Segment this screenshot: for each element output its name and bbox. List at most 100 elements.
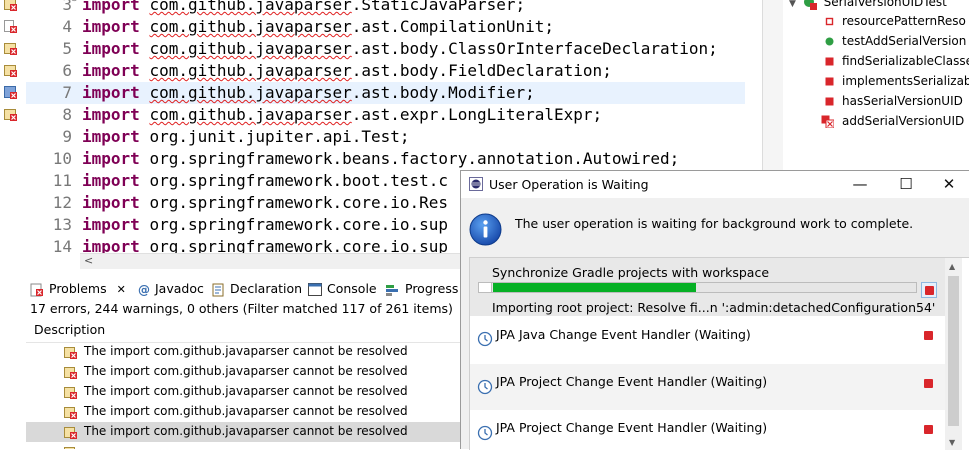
keyword: import bbox=[82, 83, 140, 102]
minimize-button[interactable]: — bbox=[837, 171, 883, 198]
background-jobs-list[interactable]: Synchronize Gradle projects with workspa… bbox=[469, 257, 969, 450]
job-item[interactable]: JPA Project Change Event Handler (Waitin… bbox=[470, 410, 945, 450]
job-item-running[interactable]: Synchronize Gradle projects with workspa… bbox=[470, 258, 945, 316]
unresolved-package: com.github.javaparser bbox=[149, 105, 352, 124]
dialog-titlebar[interactable]: User Operation is Waiting — ☐ ✕ bbox=[461, 171, 969, 198]
close-icon[interactable]: ✕ bbox=[117, 283, 126, 296]
line-number: 4 bbox=[62, 17, 72, 36]
outline-view: ▼ SerialVersionUIDTest resourcePatternRe… bbox=[783, 0, 969, 170]
error-marker-icon[interactable] bbox=[4, 0, 17, 11]
code-line[interactable]: 10 import org.springframework.beans.fact… bbox=[0, 148, 762, 170]
column-header-label: Description bbox=[34, 322, 106, 337]
problems-table[interactable]: Description The import com.github.javapa… bbox=[26, 318, 460, 449]
code-rest: org.springframework.core.io.Res bbox=[149, 193, 449, 212]
code-line[interactable]: 5 import com.github.javaparser.ast.body.… bbox=[0, 38, 762, 60]
tab-progress[interactable]: Progress bbox=[386, 278, 458, 300]
error-marker-icon bbox=[64, 427, 77, 439]
table-row[interactable]: The import com.github.javaparser cannot … bbox=[26, 382, 460, 402]
table-row[interactable]: The import com.github.javaparser cannot … bbox=[26, 402, 460, 422]
table-row[interactable] bbox=[26, 442, 460, 449]
tab-problems[interactable]: Problems ✕ bbox=[30, 278, 126, 300]
dialog-title: User Operation is Waiting bbox=[489, 177, 649, 192]
table-row-selected[interactable]: The import com.github.javaparser cannot … bbox=[26, 422, 460, 442]
job-item[interactable]: JPA Project Change Event Handler (Waitin… bbox=[470, 364, 945, 410]
keyword: import bbox=[82, 61, 140, 80]
code-rest: .ast.body.FieldDeclaration; bbox=[351, 61, 612, 80]
scroll-up-arrow-icon[interactable]: ▲ bbox=[949, 262, 955, 271]
table-row[interactable]: The import com.github.javaparser cannot … bbox=[26, 342, 460, 362]
cancel-job-button[interactable] bbox=[921, 328, 935, 342]
code-line[interactable]: 4 import com.github.javaparser.ast.Compi… bbox=[0, 16, 762, 38]
tab-label: Console bbox=[327, 281, 377, 296]
code-rest: .ast.body.ClassOrInterfaceDeclaration; bbox=[351, 39, 718, 58]
stop-icon bbox=[924, 331, 933, 340]
error-marker-icon[interactable] bbox=[4, 42, 17, 55]
fold-toggle-icon[interactable]: ⊖ bbox=[70, 0, 78, 4]
keyword: import bbox=[82, 193, 140, 212]
code-text: import com.github.javaparser.ast.expr.Lo… bbox=[82, 104, 602, 126]
outline-item[interactable]: resourcePatternReso bbox=[825, 11, 966, 31]
tab-console[interactable]: Console bbox=[308, 278, 377, 300]
cancel-job-button[interactable] bbox=[921, 422, 935, 436]
code-line[interactable]: 6 import com.github.javaparser.ast.body.… bbox=[0, 60, 762, 82]
outline-item[interactable]: hasSerialVersionUID bbox=[825, 91, 963, 111]
keyword: import bbox=[82, 39, 140, 58]
column-header-description[interactable]: Description bbox=[26, 318, 460, 343]
keyword: import bbox=[82, 0, 140, 14]
keyword: import bbox=[82, 215, 140, 234]
code-line[interactable]: 7 import com.github.javaparser.ast.body.… bbox=[0, 82, 762, 104]
clock-icon bbox=[477, 425, 493, 441]
code-text: import org.springframework.beans.factory… bbox=[82, 148, 679, 170]
scroll-left-arrow-icon[interactable]: < bbox=[84, 254, 93, 267]
outline-item[interactable]: implementsSerializab bbox=[825, 71, 969, 91]
cancel-job-button[interactable] bbox=[921, 282, 937, 298]
outline-item-label: hasSerialVersionUID bbox=[842, 94, 963, 108]
outline-item[interactable]: findSerializableClasse bbox=[825, 51, 969, 71]
error-marker-icon[interactable] bbox=[4, 20, 17, 33]
line-number: 8 bbox=[62, 105, 72, 124]
tab-label: Progress bbox=[405, 281, 459, 296]
job-item[interactable]: JPA Java Change Event Handler (Waiting) bbox=[470, 316, 945, 364]
table-row[interactable]: The import com.github.javaparser cannot … bbox=[26, 362, 460, 382]
code-rest: org.springframework.beans.factory.annota… bbox=[149, 149, 680, 168]
line-number: 12 bbox=[52, 193, 72, 212]
line-number: 13 bbox=[52, 215, 72, 234]
problem-description: The import com.github.javaparser cannot … bbox=[84, 404, 408, 418]
unresolved-package: com.github.javaparser bbox=[149, 39, 352, 58]
tab-declaration[interactable]: Declaration bbox=[212, 278, 302, 300]
code-line[interactable]: 8 import com.github.javaparser.ast.expr.… bbox=[0, 104, 762, 126]
job-name: JPA Java Change Event Handler (Waiting) bbox=[496, 327, 751, 342]
code-rest: .ast.expr.LongLiteralExpr; bbox=[351, 105, 603, 124]
tab-javadoc[interactable]: @ Javadoc bbox=[138, 278, 204, 300]
code-text: import org.springframework.core.io.sup bbox=[82, 214, 448, 236]
clock-icon bbox=[477, 379, 493, 395]
clock-icon bbox=[477, 331, 493, 347]
outline-item[interactable]: testAddSerialVersion bbox=[825, 31, 966, 51]
scrollbar-thumb[interactable] bbox=[948, 276, 959, 426]
scroll-down-arrow-icon[interactable]: ▼ bbox=[949, 438, 955, 447]
private-method-icon bbox=[825, 97, 834, 106]
job-name: JPA Project Change Event Handler (Waitin… bbox=[496, 420, 768, 435]
outline-item[interactable]: addSerialVersionUID bbox=[821, 111, 964, 131]
expand-chevron-icon[interactable]: ▼ bbox=[789, 0, 796, 9]
keyword: import bbox=[82, 17, 140, 36]
maximize-button[interactable]: ☐ bbox=[883, 171, 929, 198]
code-text: import com.github.javaparser.StaticJavaP… bbox=[82, 0, 525, 16]
code-line[interactable]: 3 ⊖ import com.github.javaparser.StaticJ… bbox=[0, 0, 762, 16]
info-icon bbox=[469, 213, 502, 246]
job-name: JPA Project Change Event Handler (Waitin… bbox=[496, 374, 768, 389]
unresolved-package: com.github.javaparser bbox=[149, 17, 352, 36]
code-line[interactable]: 9 import org.junit.jupiter.api.Test; bbox=[0, 126, 762, 148]
progress-bar-fill bbox=[493, 283, 696, 292]
error-marker-icon[interactable] bbox=[4, 108, 17, 121]
private-method-icon bbox=[825, 77, 834, 86]
keyword: import bbox=[82, 171, 140, 190]
cancel-job-button[interactable] bbox=[921, 376, 935, 390]
jobs-list-scrollbar[interactable]: ▲ ▼ bbox=[945, 258, 962, 450]
error-marker-icon[interactable] bbox=[4, 86, 17, 99]
code-text: import com.github.javaparser.ast.body.Cl… bbox=[82, 38, 718, 60]
outline-item-label: implementsSerializab bbox=[842, 74, 969, 88]
close-button[interactable]: ✕ bbox=[929, 171, 969, 198]
error-marker-icon[interactable] bbox=[4, 64, 17, 77]
error-marker-icon bbox=[64, 367, 77, 379]
